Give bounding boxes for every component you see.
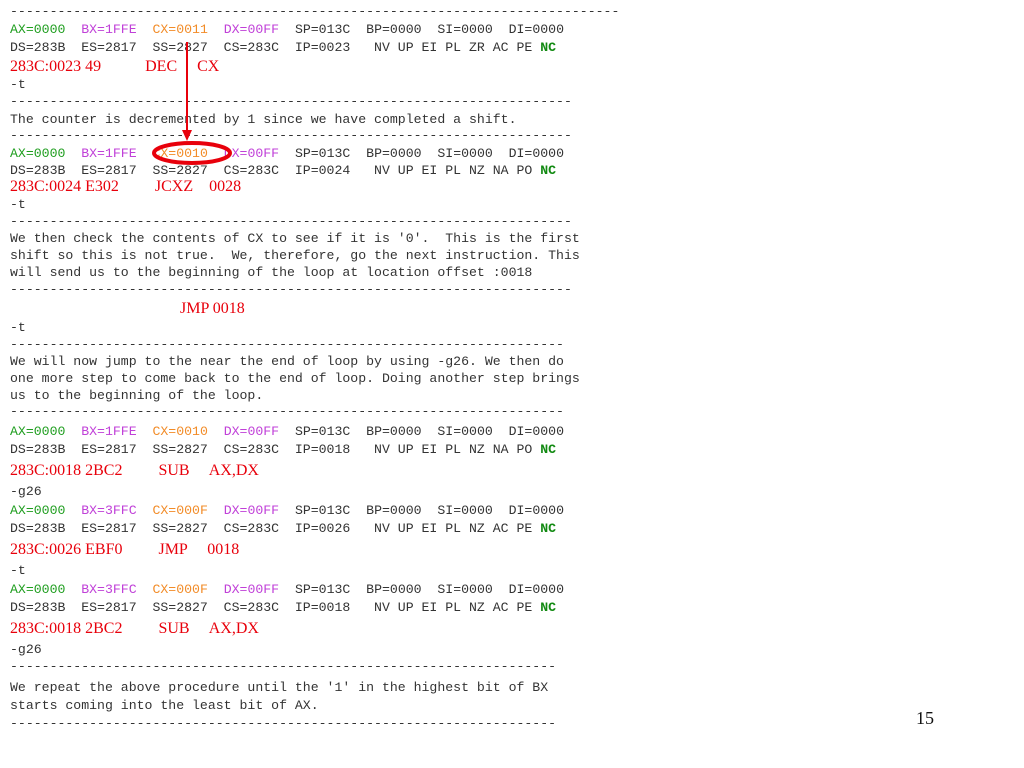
- separator-line: ----------------------------------------…: [10, 4, 620, 19]
- ax-register: AX=0000: [10, 503, 66, 518]
- command-line: -t: [10, 197, 26, 212]
- segment-flags: DS=283B ES=2817 SS=2827 CS=283C IP=0026 …: [10, 521, 533, 536]
- dx-register: DX=00FF: [223, 582, 280, 597]
- note-text: one more step to come back to the end of…: [10, 371, 580, 386]
- bx-register: BX=3FFC: [81, 582, 137, 597]
- asm-instruction: 283C:0024 E302 JCXZ 0028: [10, 178, 242, 195]
- segment-line: DS=283B ES=2817 SS=2827 CS=283C IP=0018 …: [10, 600, 556, 616]
- other-registers: SP=013C BP=0000 SI=0000 DI=0000: [294, 503, 565, 518]
- other-registers: SP=013C BP=0000 SI=0000 DI=0000: [294, 146, 565, 161]
- segment-flags: DS=283B ES=2817 SS=2827 CS=283C IP=0018 …: [10, 600, 533, 615]
- separator-line: ----------------------------------------…: [10, 404, 564, 419]
- carry-flag: NC: [540, 521, 557, 536]
- dx-register: DX=00FF: [223, 146, 280, 161]
- note-text: starts coming into the least bit of AX.: [10, 698, 319, 713]
- carry-flag: NC: [540, 442, 557, 457]
- note-text: We then check the contents of CX to see …: [10, 231, 580, 246]
- carry-flag: NC: [540, 40, 557, 55]
- other-registers: SP=013C BP=0000 SI=0000 DI=0000: [294, 424, 565, 439]
- register-line: AX=0000 BX=3FFC CX=000F DX=00FF SP=013C …: [10, 503, 564, 519]
- segment-line: DS=283B ES=2817 SS=2827 CS=283C IP=0023 …: [10, 40, 556, 56]
- separator-line: ----------------------------------------…: [10, 128, 572, 143]
- note-text: The counter is decremented by 1 since we…: [10, 112, 517, 127]
- segment-line: DS=283B ES=2817 SS=2827 CS=283C IP=0018 …: [10, 442, 556, 458]
- asm-instruction: 283C:0026 EBF0 JMP 0018: [10, 541, 240, 558]
- dx-register: DX=00FF: [223, 424, 280, 439]
- command-line: -t: [10, 563, 26, 578]
- note-text: We repeat the above procedure until the …: [10, 680, 549, 695]
- ax-register: AX=0000: [10, 424, 66, 439]
- jmp-annotation: JMP 0018: [180, 300, 245, 317]
- command-line: -g26: [10, 484, 42, 499]
- segment-line: DS=283B ES=2817 SS=2827 CS=283C IP=0024 …: [10, 163, 556, 179]
- carry-flag: NC: [540, 163, 557, 178]
- register-line: AX=0000 BX=1FFE CX=0010 DX=00FF SP=013C …: [10, 146, 564, 162]
- cx-register: CX=000F: [152, 503, 208, 518]
- cx-register: CX=0010: [152, 146, 208, 161]
- command-line: -t: [10, 77, 26, 92]
- separator-line: ----------------------------------------…: [10, 659, 557, 674]
- register-line: AX=0000 BX=1FFE CX=0010 DX=00FF SP=013C …: [10, 424, 564, 440]
- bx-register: BX=3FFC: [81, 503, 137, 518]
- bx-register: BX=1FFE: [81, 22, 137, 37]
- asm-instruction: 283C:0018 2BC2 SUB AX,DX: [10, 462, 259, 479]
- segment-flags: DS=283B ES=2817 SS=2827 CS=283C IP=0023 …: [10, 40, 533, 55]
- cx-register: CX=0010: [152, 424, 208, 439]
- dx-register: DX=00FF: [223, 22, 280, 37]
- separator-line: ----------------------------------------…: [10, 214, 572, 229]
- register-line: AX=0000 BX=3FFC CX=000F DX=00FF SP=013C …: [10, 582, 564, 598]
- note-text: will send us to the beginning of the loo…: [10, 265, 533, 280]
- segment-line: DS=283B ES=2817 SS=2827 CS=283C IP=0026 …: [10, 521, 556, 537]
- cx-register: CX=000F: [152, 582, 208, 597]
- separator-line: ----------------------------------------…: [10, 716, 557, 731]
- command-line: -g26: [10, 642, 42, 657]
- asm-instruction: 283C:0023 49 DEC CX: [10, 58, 220, 75]
- note-text: us to the beginning of the loop.: [10, 388, 264, 403]
- ax-register: AX=0000: [10, 22, 66, 37]
- ax-register: AX=0000: [10, 146, 66, 161]
- command-line: -t: [10, 320, 26, 335]
- other-registers: SP=013C BP=0000 SI=0000 DI=0000: [294, 582, 565, 597]
- note-text: shift so this is not true. We, therefore…: [10, 248, 580, 263]
- page-number: 15: [916, 708, 934, 728]
- separator-line: ----------------------------------------…: [10, 337, 564, 352]
- carry-flag: NC: [540, 600, 557, 615]
- segment-flags: DS=283B ES=2817 SS=2827 CS=283C IP=0024 …: [10, 163, 533, 178]
- bx-register: BX=1FFE: [81, 424, 137, 439]
- bx-register: BX=1FFE: [81, 146, 137, 161]
- note-text: We will now jump to the near the end of …: [10, 354, 564, 369]
- ax-register: AX=0000: [10, 582, 66, 597]
- separator-line: ----------------------------------------…: [10, 282, 572, 297]
- asm-instruction: 283C:0018 2BC2 SUB AX,DX: [10, 620, 259, 637]
- register-line: AX=0000 BX=1FFE CX=0011 DX=00FF SP=013C …: [10, 22, 564, 38]
- cx-register: CX=0011: [152, 22, 208, 37]
- segment-flags: DS=283B ES=2817 SS=2827 CS=283C IP=0018 …: [10, 442, 533, 457]
- dx-register: DX=00FF: [223, 503, 280, 518]
- separator-line: ----------------------------------------…: [10, 94, 572, 109]
- other-registers: SP=013C BP=0000 SI=0000 DI=0000: [294, 22, 565, 37]
